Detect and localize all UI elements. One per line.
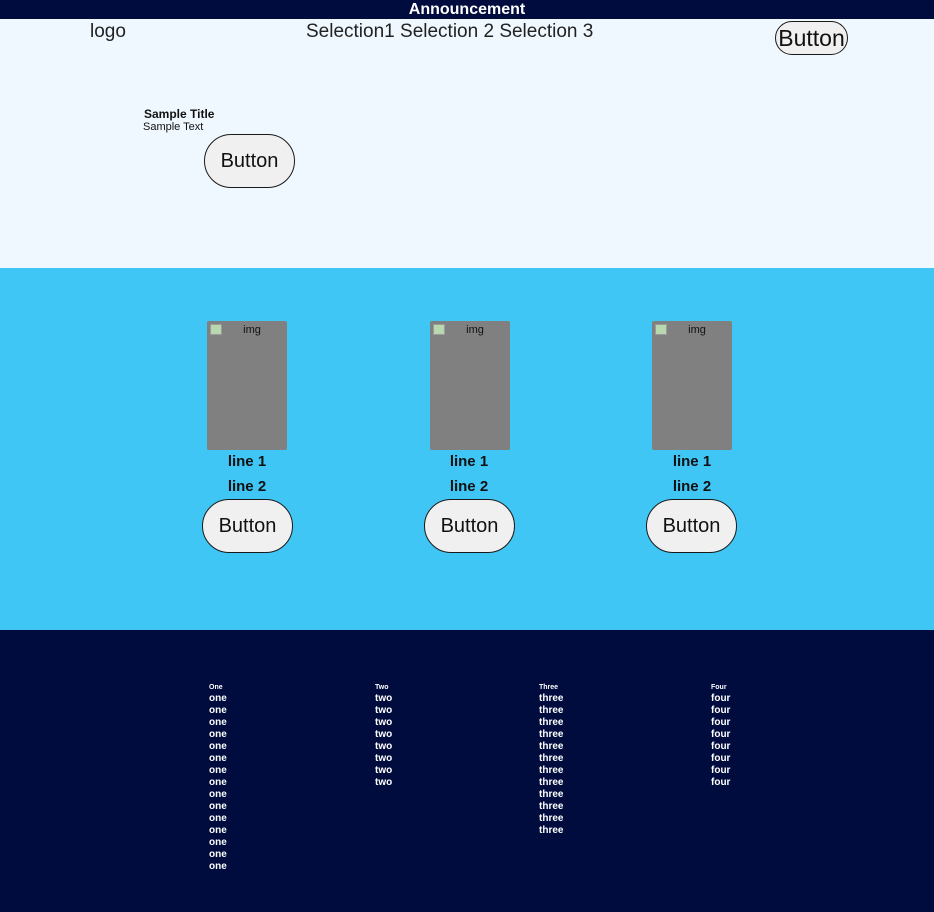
footer-link[interactable]: one <box>209 693 227 705</box>
footer-link[interactable]: four <box>711 729 730 741</box>
product-image: img <box>430 321 510 450</box>
footer-link-list: four four four four four four four four <box>711 693 730 789</box>
card-button[interactable]: Button <box>646 499 737 553</box>
hero-text: Sample Text <box>143 121 204 133</box>
hero-section: logo Selection1 Selection 2 Selection 3 … <box>0 19 934 268</box>
image-alt-text: img <box>688 324 706 336</box>
footer-link-list: one one one one one one one one one one one one one o… <box>209 693 227 873</box>
footer-link[interactable]: one <box>209 741 227 753</box>
footer-link[interactable]: three <box>539 705 563 717</box>
footer-link[interactable]: four <box>711 753 730 765</box>
footer-column-three: Three three three three three three three thre… <box>539 683 563 837</box>
footer-link[interactable]: two <box>375 777 392 789</box>
footer-column-heading: One <box>209 684 223 691</box>
footer-link[interactable]: one <box>209 837 227 849</box>
footer-column-heading: Three <box>539 684 559 691</box>
footer-link[interactable]: four <box>711 741 730 753</box>
hero-title: Sample Title <box>144 107 215 121</box>
footer-link[interactable]: one <box>209 777 227 789</box>
logo[interactable]: logo <box>90 21 126 43</box>
footer-link[interactable]: one <box>209 801 227 813</box>
footer-link[interactable]: one <box>209 813 227 825</box>
nav-item-selection-1[interactable]: Selection1 <box>306 21 395 42</box>
footer-link[interactable]: three <box>539 717 563 729</box>
footer-column-two: Two two two two two two two two two <box>375 683 392 789</box>
footer-link[interactable]: one <box>209 705 227 717</box>
footer-link[interactable]: one <box>209 753 227 765</box>
footer-column-heading: Two <box>375 684 389 691</box>
footer-link-list: two two two two two two two two <box>375 693 392 789</box>
footer-link[interactable]: three <box>539 729 563 741</box>
main-nav: Selection1 Selection 2 Selection 3 <box>306 21 593 43</box>
footer-link[interactable]: one <box>209 825 227 837</box>
footer-link[interactable]: three <box>539 753 563 765</box>
nav-item-selection-3[interactable]: Selection 3 <box>499 21 593 42</box>
product-section: img line 1 line 2 Button img line 1 line… <box>0 268 934 630</box>
footer-link[interactable]: one <box>209 717 227 729</box>
footer-column-four: Four four four four four four four four four <box>711 683 730 789</box>
image-alt-text: img <box>466 324 484 336</box>
footer-link[interactable]: two <box>375 705 392 717</box>
hero-button[interactable]: Button <box>204 134 295 188</box>
footer-link[interactable]: three <box>539 801 563 813</box>
footer-link[interactable]: one <box>209 849 227 861</box>
card-line-1: line 1 <box>227 453 267 470</box>
card-line-1: line 1 <box>672 453 712 470</box>
footer-link[interactable]: four <box>711 705 730 717</box>
footer-column-heading: Four <box>711 684 727 691</box>
footer-link[interactable]: two <box>375 717 392 729</box>
footer-link[interactable]: two <box>375 753 392 765</box>
footer-link[interactable]: two <box>375 693 392 705</box>
footer-link[interactable]: two <box>375 741 392 753</box>
image-alt-text: img <box>243 324 261 336</box>
footer-link[interactable]: three <box>539 777 563 789</box>
footer-link[interactable]: three <box>539 825 563 837</box>
footer-column-one: One one one one one one one one one one one one one… <box>209 683 227 873</box>
nav-item-selection-2[interactable]: Selection 2 <box>400 21 494 42</box>
footer-link[interactable]: one <box>209 789 227 801</box>
product-image: img <box>207 321 287 450</box>
announcement-bar: Announcement <box>0 0 934 19</box>
card-line-2: line 2 <box>449 478 489 495</box>
header-button[interactable]: Button <box>775 21 848 55</box>
footer-link[interactable]: three <box>539 693 563 705</box>
footer-link[interactable]: two <box>375 765 392 777</box>
footer-link[interactable]: three <box>539 741 563 753</box>
footer-link[interactable]: three <box>539 765 563 777</box>
footer-link[interactable]: four <box>711 765 730 777</box>
footer-link[interactable]: four <box>711 693 730 705</box>
footer: One one one one one one one one one one one one one… <box>0 630 934 912</box>
product-image: img <box>652 321 732 450</box>
card-line-1: line 1 <box>449 453 489 470</box>
footer-link[interactable]: one <box>209 729 227 741</box>
footer-link-list: three three three three three three three three… <box>539 693 563 837</box>
footer-link[interactable]: one <box>209 861 227 873</box>
card-button[interactable]: Button <box>424 499 515 553</box>
card-line-2: line 2 <box>227 478 267 495</box>
footer-link[interactable]: four <box>711 777 730 789</box>
footer-link[interactable]: two <box>375 729 392 741</box>
card-button[interactable]: Button <box>202 499 293 553</box>
footer-link[interactable]: four <box>711 717 730 729</box>
footer-link[interactable]: one <box>209 765 227 777</box>
footer-link[interactable]: three <box>539 813 563 825</box>
card-line-2: line 2 <box>672 478 712 495</box>
footer-link[interactable]: three <box>539 789 563 801</box>
